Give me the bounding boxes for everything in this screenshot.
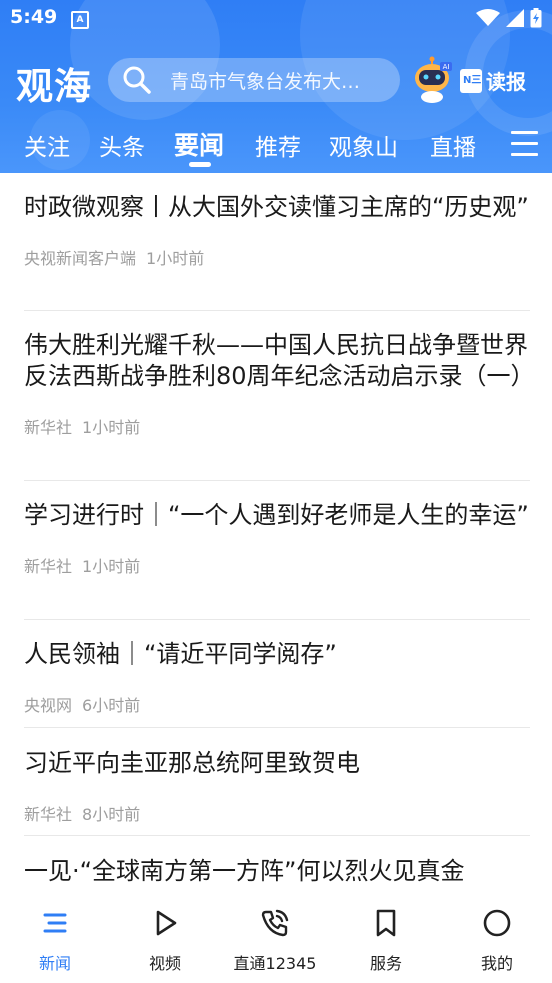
profile-circle-icon — [483, 909, 511, 937]
news-title: 学习进行时｜“一个人遇到好老师是人生的幸运” — [24, 501, 529, 529]
ai-assistant-icon[interactable]: AI — [410, 56, 454, 104]
status-icons — [476, 8, 542, 28]
newspaper-button[interactable]: N三 读报 — [460, 66, 526, 95]
app-header: 5:49 A 观海 青岛市气象台发布大… AI N三 读报 关注 头条 要闻 推… — [0, 0, 552, 173]
nav-news-label: 新闻 — [38, 954, 71, 973]
news-time: 8小时前 — [82, 805, 141, 824]
status-bar: 5:49 A — [0, 0, 552, 36]
news-time: 1小时前 — [82, 557, 141, 576]
bottom-nav: 新闻 视频 直通12345 服务 我的 — [0, 898, 552, 983]
bookmark-icon — [376, 909, 396, 937]
news-meta: 央视网 6小时前 — [24, 692, 530, 716]
news-meta: 新华社 8小时前 — [24, 801, 530, 825]
news-source: 新华社 — [24, 805, 73, 824]
search-bar[interactable]: 青岛市气象台发布大… — [108, 58, 400, 102]
news-meta: 新华社 1小时前 — [24, 553, 530, 577]
news-meta: 新华社 1小时前 — [24, 414, 530, 438]
status-time: 5:49 — [10, 6, 58, 28]
nav-profile[interactable]: 我的 — [442, 906, 552, 974]
news-time: 6小时前 — [82, 696, 141, 715]
news-time: 1小时前 — [146, 249, 205, 268]
news-item[interactable]: 学习进行时｜“一个人遇到好老师是人生的幸运” 新华社 1小时前 — [24, 500, 530, 620]
news-item[interactable]: 习近平向圭亚那总统阿里致贺电 新华社 8小时前 — [24, 748, 530, 836]
news-source: 央视新闻客户端 — [24, 249, 137, 268]
phone-call-icon — [261, 909, 289, 937]
news-source: 新华社 — [24, 418, 73, 437]
tab-recommended[interactable]: 推荐 — [255, 128, 301, 162]
newspaper-label: 读报 — [486, 70, 526, 94]
news-item[interactable]: 人民领袖｜“请近平同学阅存” 央视网 6小时前 — [24, 639, 530, 728]
news-item[interactable]: 伟大胜利光耀千秋——中国人民抗日战争暨世界反法西斯战争胜利80周年纪念活动启示录… — [24, 330, 535, 481]
play-icon — [156, 910, 177, 936]
tab-headlines[interactable]: 头条 — [99, 128, 145, 162]
newspaper-icon-badge: N三 — [463, 74, 482, 86]
nav-hotline[interactable]: 直通12345 — [220, 906, 330, 974]
ai-badge: AI — [443, 63, 450, 71]
news-meta: 央视新闻客户端 1小时前 — [24, 245, 530, 269]
tab-guanxiangshan[interactable]: 观象山 — [329, 128, 398, 162]
nav-profile-label: 我的 — [480, 954, 513, 973]
news-title: 人民领袖｜“请近平同学阅存” — [24, 640, 337, 668]
search-icon — [123, 66, 151, 94]
tab-live[interactable]: 直播 — [430, 128, 476, 162]
app-logo: 观海 — [16, 65, 92, 108]
battery-charging-icon — [530, 8, 542, 28]
active-tab-indicator — [189, 162, 211, 167]
news-list-icon — [43, 913, 67, 933]
nav-news[interactable]: 新闻 — [0, 906, 110, 974]
nav-services[interactable]: 服务 — [331, 906, 441, 974]
newspaper-icon: N三 — [460, 68, 482, 93]
news-title: 习近平向圭亚那总统阿里致贺电 — [24, 749, 360, 777]
news-time: 1小时前 — [82, 418, 141, 437]
nav-video[interactable]: 视频 — [110, 906, 220, 974]
news-title: 一见·“全球南方第一方阵”何以烈火见真金 — [24, 857, 465, 885]
channel-tabs: 关注 头条 要闻 推荐 观象山 直播 — [0, 122, 552, 172]
news-source: 央视网 — [24, 696, 73, 715]
news-item[interactable]: 时政微观察丨从大国外交读懂习主席的“历史观” 央视新闻客户端 1小时前 — [24, 192, 530, 311]
signal-icon — [506, 9, 524, 27]
tab-follow[interactable]: 关注 — [24, 128, 70, 162]
notification-icon: A — [71, 11, 89, 29]
wifi-icon — [476, 9, 500, 26]
nav-video-label: 视频 — [148, 954, 181, 973]
channel-menu-icon[interactable] — [511, 131, 538, 156]
tab-news-highlights[interactable]: 要闻 — [174, 126, 224, 162]
news-feed[interactable]: 时政微观察丨从大国外交读懂习主席的“历史观” 央视新闻客户端 1小时前 伟大胜利光… — [0, 173, 552, 898]
nav-hotline-label: 直通12345 — [233, 954, 317, 973]
news-item[interactable]: 一见·“全球南方第一方阵”何以烈火见真金 — [24, 856, 530, 898]
nav-services-label: 服务 — [369, 954, 402, 973]
news-source: 新华社 — [24, 557, 73, 576]
news-title: 伟大胜利光耀千秋——中国人民抗日战争暨世界反法西斯战争胜利80周年纪念活动启示录… — [24, 331, 535, 390]
news-title: 时政微观察丨从大国外交读懂习主席的“历史观” — [24, 193, 529, 221]
search-placeholder: 青岛市气象台发布大… — [170, 70, 361, 93]
